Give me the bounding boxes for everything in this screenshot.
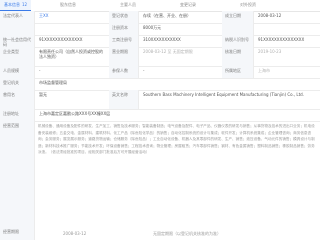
label-english-name: 英文名称: [109, 90, 139, 109]
label-region: 所属地区: [222, 66, 254, 78]
label-term: 营业期限: [109, 47, 139, 66]
capital-value: 8000万元: [143, 25, 162, 30]
region-value: 上海市: [258, 68, 270, 73]
insured-value: -: [143, 68, 145, 73]
label-reg-no: 工商注册号: [109, 35, 139, 47]
tab-label: 对外投资: [240, 2, 256, 7]
tax-id-value: 91XXXXXXXXXXXXXXX: [258, 37, 305, 42]
legal-rep-link[interactable]: 王XX: [36, 11, 106, 23]
label-tax-id: 纳税人识别号: [222, 35, 254, 47]
label-legal-rep: 法定代表人: [0, 11, 35, 23]
tab-label: 变更记录: [180, 2, 196, 7]
label-blank: [0, 23, 35, 35]
label-address: 注册地址: [0, 109, 35, 121]
business-scope: 经营范围 机械设备、通用设备及配件的研发、生产加工、销售及技术服务；智能装备制造…: [0, 121, 320, 228]
tab-shareholders[interactable]: 股东信息: [60, 0, 76, 10]
tab-change-records[interactable]: 变更记录: [180, 0, 196, 10]
tab-basic-info[interactable]: 基本信息 12: [0, 0, 32, 11]
label-footer: 经营期限: [0, 227, 35, 240]
staff-size-value: -: [39, 68, 41, 73]
tab-label: 基本信息: [4, 2, 20, 7]
founded-value: 2008-03-12: [258, 13, 282, 18]
footer-start: 2008-03-12: [63, 231, 87, 236]
tab-count-badge: 12: [22, 2, 28, 7]
label-insured: 参保人数: [109, 66, 139, 78]
company-type-value: 有限责任公司（自然人投资或控股的法人独资）: [39, 49, 103, 59]
footer-end: 无固定期限（以登记机关核准的为准）: [153, 231, 221, 236]
term-value: 2008-03-12 至 无固定期限: [143, 49, 193, 54]
tab-investments[interactable]: 对外投资: [240, 0, 256, 10]
label-founded: 成立日期: [222, 11, 254, 23]
info-row: 曾用名 暂无 英文名称 Southern Bass Machinery Inte…: [0, 90, 320, 110]
tab-label: 股东信息: [60, 2, 76, 7]
former-name-value: 暂无: [39, 92, 47, 97]
english-name-value: Southern Bass Machinery Intelligent Equi…: [143, 92, 304, 97]
tab-label: 主要人员: [120, 2, 136, 7]
approval-date-value: 2019-10-23: [258, 49, 282, 54]
label-business-scope: 经营范围: [0, 121, 35, 227]
authority-value: 市场监督管理局: [39, 80, 67, 85]
info-row: 企业类型 有限责任公司（自然人投资或控股的法人独资） 营业期限 2008-03-…: [0, 47, 320, 67]
business-scope-text: 机械设备、通用设备及配件的研发、生产加工、销售及技术服务；智能装备制造；电气设备…: [38, 124, 315, 154]
label-company-type: 企业类型: [0, 47, 35, 66]
label-approval-date: 核准日期: [222, 47, 254, 66]
label-former-name: 曾用名: [0, 90, 35, 109]
label-blank: [222, 23, 254, 35]
label-capital: 注册资本: [109, 23, 139, 35]
footer-row: 经营期限 2008-03-12 无固定期限（以登记机关核准的为准）: [0, 227, 320, 240]
credit-code-value: 91XXXXXXXXXXXXXX: [39, 37, 83, 42]
status-value: 存续（在营、开业、在册）: [143, 13, 191, 18]
address-value: 上海市嘉定区嘉戬公路XXX号XX幢XX层: [39, 111, 111, 116]
tab-key-personnel[interactable]: 主要人员: [120, 0, 136, 10]
label-authority: 登记机关: [0, 78, 35, 90]
label-status: 登记状态: [109, 11, 139, 23]
label-staff-size: 人员规模: [0, 66, 35, 78]
reg-no-value: 310XXXXXXXXXXX: [143, 37, 181, 42]
label-credit-code: 统一社会信用代码: [0, 35, 35, 47]
